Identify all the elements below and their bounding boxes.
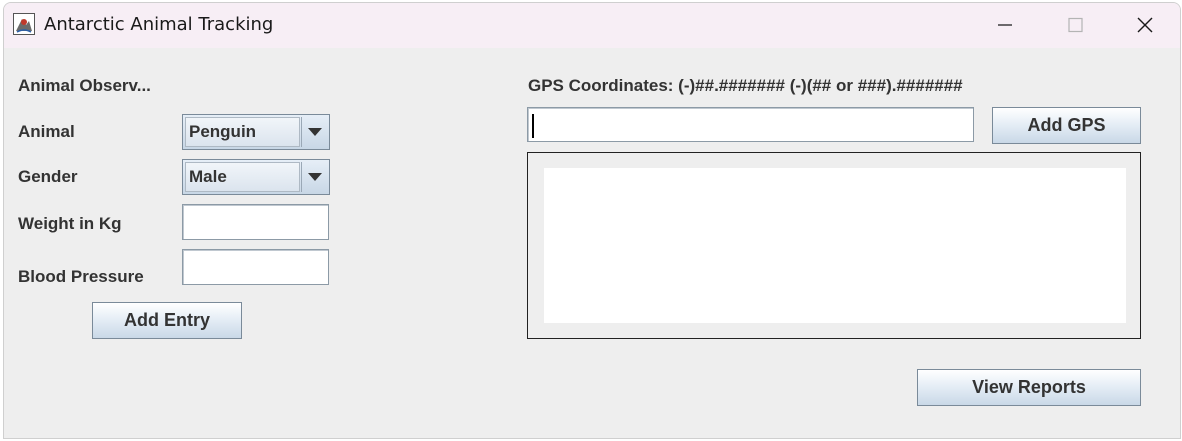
animal-select[interactable]: Penguin	[182, 114, 330, 150]
window-title: Antarctic Animal Tracking	[44, 14, 274, 35]
view-reports-button[interactable]: View Reports	[917, 369, 1141, 406]
app-window: Antarctic Animal Tracking Animal Observ.…	[3, 2, 1181, 439]
title-bar[interactable]: Antarctic Animal Tracking	[4, 3, 1180, 48]
gps-input[interactable]	[527, 107, 974, 142]
gps-label: GPS Coordinates: (-)##.####### (-)(## or…	[528, 76, 963, 95]
section-heading: Animal Observ...	[18, 76, 151, 95]
text-caret	[532, 114, 534, 138]
gps-list-panel	[527, 152, 1141, 339]
minimize-button[interactable]	[970, 3, 1040, 48]
maximize-button[interactable]	[1040, 3, 1110, 48]
chevron-down-icon	[308, 173, 322, 181]
gender-dropdown-arrow[interactable]	[301, 162, 327, 192]
maximize-icon	[1068, 17, 1083, 33]
add-entry-button[interactable]: Add Entry	[92, 302, 242, 339]
gps-list[interactable]	[544, 168, 1126, 323]
blood-pressure-input[interactable]	[182, 249, 329, 285]
add-gps-button[interactable]: Add GPS	[992, 107, 1141, 144]
java-app-icon	[13, 13, 35, 35]
weight-label: Weight in Kg	[18, 214, 122, 233]
chevron-down-icon	[308, 128, 322, 136]
blood-pressure-label: Blood Pressure	[18, 267, 144, 286]
gender-label: Gender	[18, 167, 78, 186]
minimize-icon	[998, 24, 1012, 26]
weight-input[interactable]	[182, 204, 329, 240]
gender-select-value: Male	[185, 162, 300, 192]
animal-label: Animal	[18, 122, 75, 141]
gender-select[interactable]: Male	[182, 159, 330, 195]
animal-dropdown-arrow[interactable]	[301, 117, 327, 147]
animal-select-value: Penguin	[185, 117, 300, 147]
close-icon	[1137, 17, 1153, 33]
close-button[interactable]	[1110, 3, 1180, 48]
